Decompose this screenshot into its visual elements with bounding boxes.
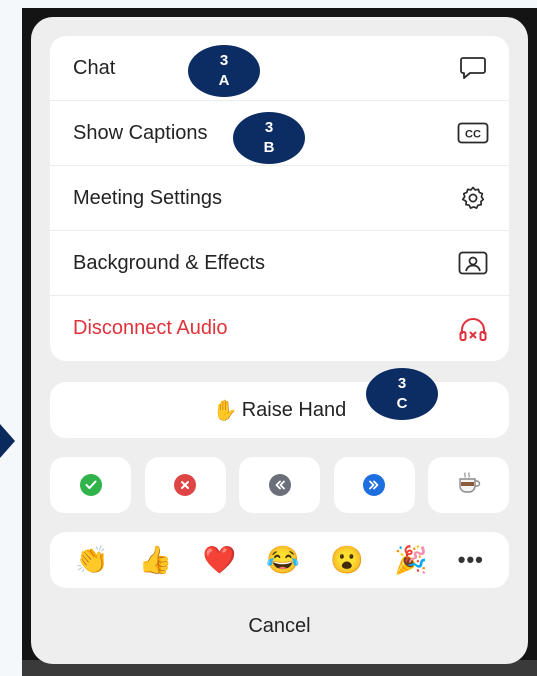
menu-item-label: Chat [73,56,116,79]
raise-hand-label: Raise Hand [241,398,347,421]
reaction-heart[interactable]: ❤️ [203,546,237,574]
reaction-open-mouth[interactable]: 😮 [330,546,364,574]
menu-item-label: Background & Effects [73,251,265,274]
headphones-x-icon [457,313,489,345]
reaction-clap[interactable]: 👏 [75,546,109,574]
raised-hand-icon: ✋ [212,399,238,422]
reaction-party-popper[interactable]: 🎉 [394,546,428,574]
chat-bubble-icon [457,52,489,84]
cc-icon: CC [457,117,489,149]
callout-letter: B [263,139,275,156]
raise-hand-button[interactable]: ✋ Raise Hand [50,382,509,438]
menu-item-label: Meeting Settings [73,186,222,209]
pointer-arrow [0,424,15,458]
menu-item-chat[interactable]: Chat [50,36,509,101]
callout-number: 3 [397,375,407,392]
yes-check-icon [79,474,102,496]
menu-card: Chat Show Captions CC Meeting Settings B… [50,36,509,361]
faster-button[interactable] [333,457,415,513]
slower-icon [268,474,291,496]
reaction-thumbs-up[interactable]: 👍 [139,546,173,574]
menu-item-background-effects[interactable]: Background & Effects [50,231,509,296]
callout-number: 3 [264,119,274,136]
yes-button[interactable] [50,457,131,513]
menu-item-disconnect-audio[interactable]: Disconnect Audio [50,296,509,361]
callout-3b: 3 B [233,112,305,164]
menu-item-label: Disconnect Audio [73,317,228,339]
cancel-label: Cancel [248,614,311,637]
svg-text:CC: CC [465,129,481,141]
gear-icon [457,182,489,214]
no-button[interactable] [144,457,226,513]
coffee-icon [456,470,482,501]
portrait-icon [457,247,489,279]
callout-3a: 3 A [188,45,260,97]
coffee-button[interactable] [428,457,509,513]
reaction-joy[interactable]: 😂 [266,546,300,574]
cancel-button[interactable]: Cancel [50,608,509,644]
menu-item-label: Show Captions [73,121,208,144]
callout-letter: C [396,395,408,412]
callout-letter: A [218,72,230,89]
nonverbal-feedback-row [50,457,509,513]
more-reactions-button[interactable]: ••• [458,547,484,573]
callout-3c: 3 C [366,368,438,420]
faster-icon [363,474,385,496]
reactions-row: 👏 👍 ❤️ 😂 😮 🎉 ••• [50,532,509,588]
no-x-icon [174,474,196,496]
menu-item-meeting-settings[interactable]: Meeting Settings [50,166,509,231]
slower-button[interactable] [239,457,320,513]
callout-number: 3 [219,52,229,69]
